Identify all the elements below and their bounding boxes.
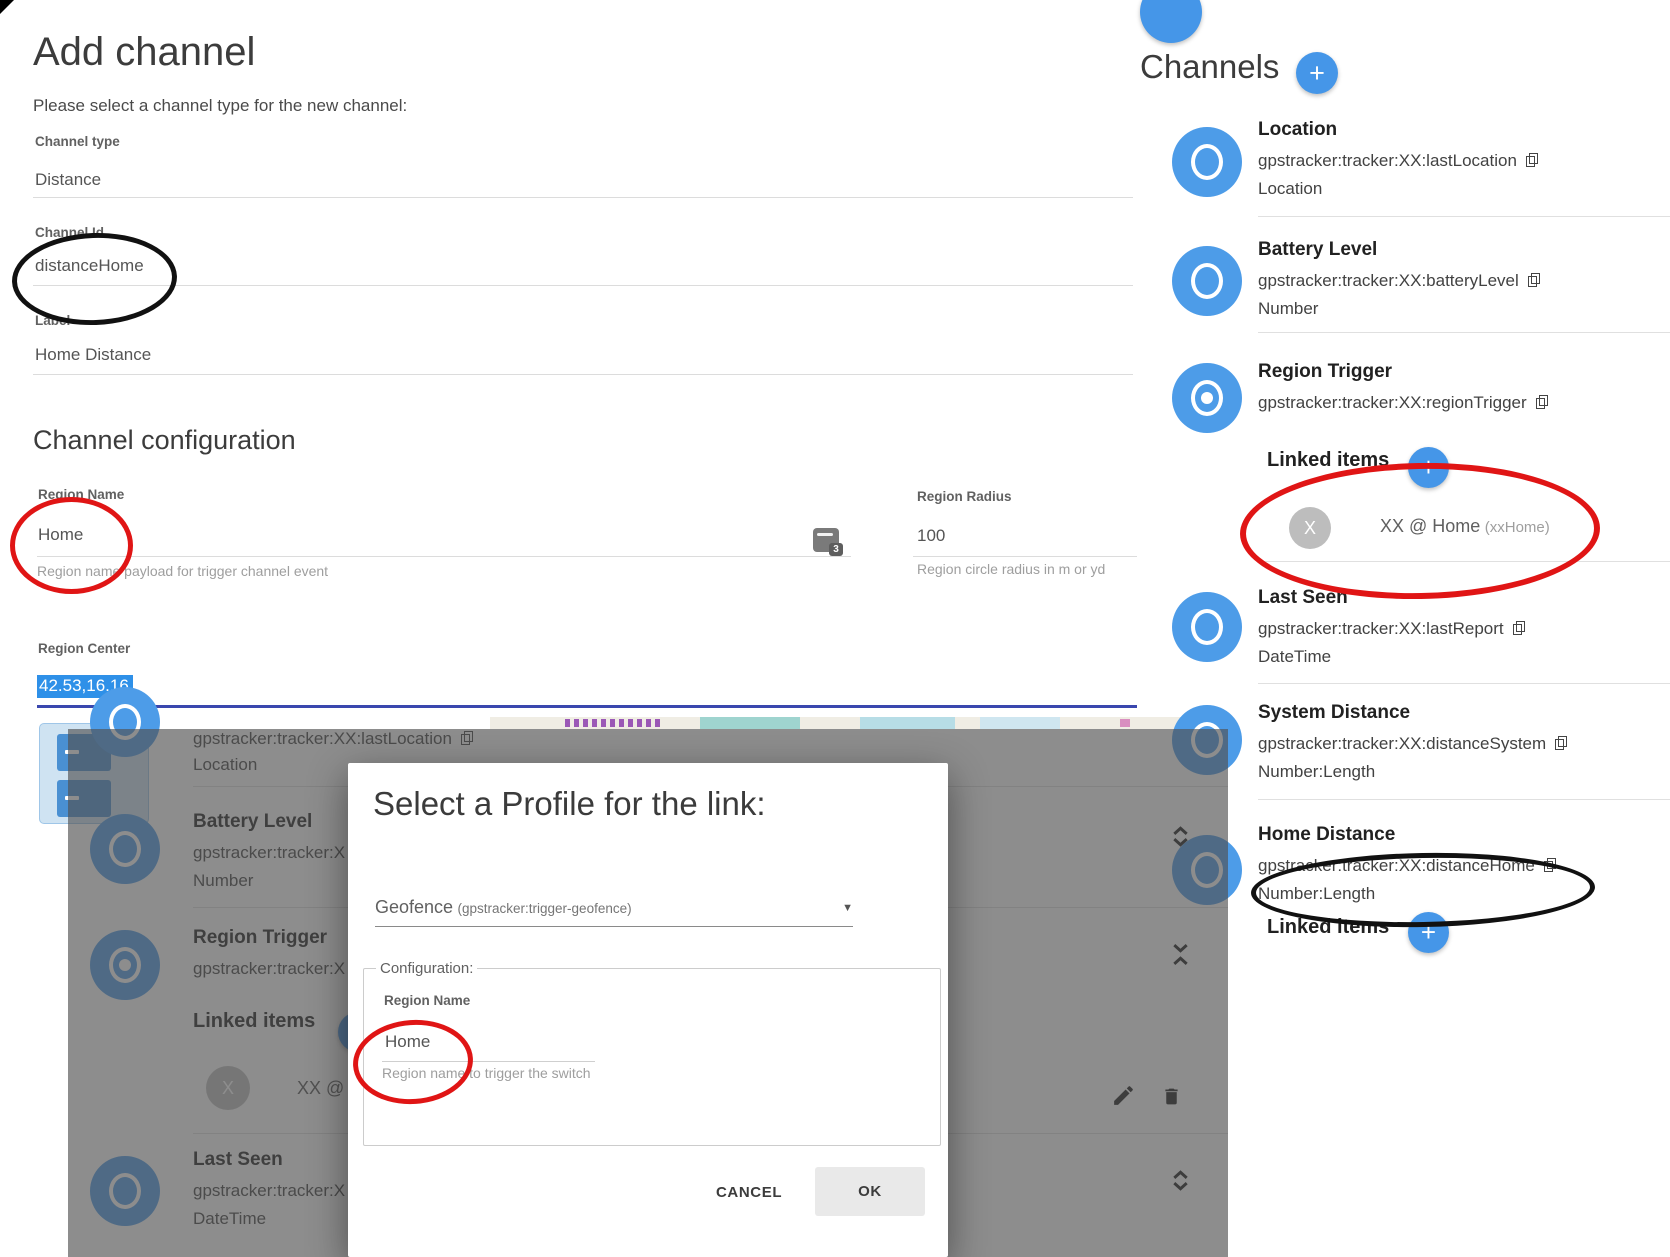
scroll-top-fab[interactable] [1140,0,1202,43]
channel-uid: gpstracker:tracker:XX:lastReport [1258,619,1504,638]
page: Add channel Please select a channel type… [0,0,1670,1257]
divider [1258,332,1670,333]
channel-uid: gpstracker:tracker:XX:regionTrigger [1258,393,1527,412]
channel-type-value[interactable]: Distance [35,170,101,190]
channels-heading: Channels [1140,48,1279,86]
divider [1258,799,1670,800]
channel-title: Location [1258,120,1538,139]
channel-uid: gpstracker:tracker:XX:batteryLevel [1258,271,1519,290]
field-underline [37,556,851,557]
map-marker-fragment [1120,719,1130,727]
chevron-down-icon: ▼ [842,902,853,914]
dialog-title: Select a Profile for the link: [373,785,766,823]
field-underline [33,197,1133,198]
copy-icon[interactable] [1555,736,1567,750]
field-underline [33,374,1133,375]
channel-type-label: Channel type [35,134,120,149]
cancel-button[interactable]: CANCEL [700,1172,798,1213]
channel-title: Home Distance [1258,825,1556,844]
channel-row[interactable]: Battery Level gpstracker:tracker:XX:batt… [1258,240,1540,317]
page-subtitle: Please select a channel type for the new… [33,96,407,116]
ok-button[interactable]: OK [815,1167,925,1216]
profile-dialog: Select a Profile for the link: Geofence … [348,763,948,1257]
map-label-fragment [565,719,660,727]
annotation-ellipse-red [1239,460,1601,602]
add-channel-button[interactable]: + [1296,52,1338,94]
map-sliver [490,717,1228,729]
map-water-patch [980,717,1060,729]
region-radius-label: Region Radius [917,489,1012,504]
channel-state-icon [1172,592,1242,662]
channel-title: Region Trigger [1258,362,1548,381]
region-center-label: Region Center [38,641,130,656]
channel-type-text: Number [1258,300,1540,317]
channel-type-text: DateTime [1258,648,1525,665]
copy-icon[interactable] [1536,395,1548,409]
corner-artifact [0,0,14,14]
channel-type-text: Location [1258,180,1538,197]
focused-underline [37,705,1137,708]
region-name-label: Region Name [384,993,928,1008]
annotation-ellipse-red [10,497,133,594]
map-water-patch [860,717,955,729]
profile-select-value: Geofence [375,897,453,917]
label-field-input[interactable]: Home Distance [35,345,151,365]
channel-title: Battery Level [1258,240,1540,259]
autofill-icon[interactable]: 3 [813,528,839,552]
channel-row[interactable]: Region Trigger gpstracker:tracker:XX:reg… [1258,362,1548,411]
section-heading: Channel configuration [33,425,296,456]
region-radius-hint: Region circle radius in m or yd [917,561,1105,577]
channel-row[interactable]: System Distance gpstracker:tracker:XX:di… [1258,703,1567,780]
fieldset-legend: Configuration: [376,960,477,977]
annotation-ellipse-black [10,230,178,328]
channel-row[interactable]: Location gpstracker:tracker:XX:lastLocat… [1258,120,1538,197]
profile-select[interactable]: Geofence (gpstracker:trigger-geofence) ▼ [375,897,853,927]
copy-icon[interactable] [1526,153,1538,167]
autofill-badge: 3 [829,543,843,556]
channel-title: System Distance [1258,703,1567,722]
field-underline [913,556,1137,557]
region-radius-input[interactable]: 100 [917,526,945,546]
field-underline [33,285,1133,286]
channel-type-text: Number:Length [1258,763,1567,780]
copy-icon[interactable] [1528,273,1540,287]
channel-state-icon [1172,127,1242,197]
copy-icon[interactable] [1513,621,1525,635]
divider [1258,216,1670,217]
channel-row[interactable]: Last Seen gpstracker:tracker:XX:lastRepo… [1258,588,1525,665]
map-water-patch [700,717,800,729]
profile-select-detail: (gpstracker:trigger-geofence) [458,901,632,916]
channel-uid: gpstracker:tracker:XX:distanceSystem [1258,734,1546,753]
divider [1258,683,1670,684]
page-title: Add channel [33,30,255,75]
channel-uid: gpstracker:tracker:XX:lastLocation [1258,151,1517,170]
channel-state-icon [1172,363,1242,433]
channel-state-icon [1172,246,1242,316]
